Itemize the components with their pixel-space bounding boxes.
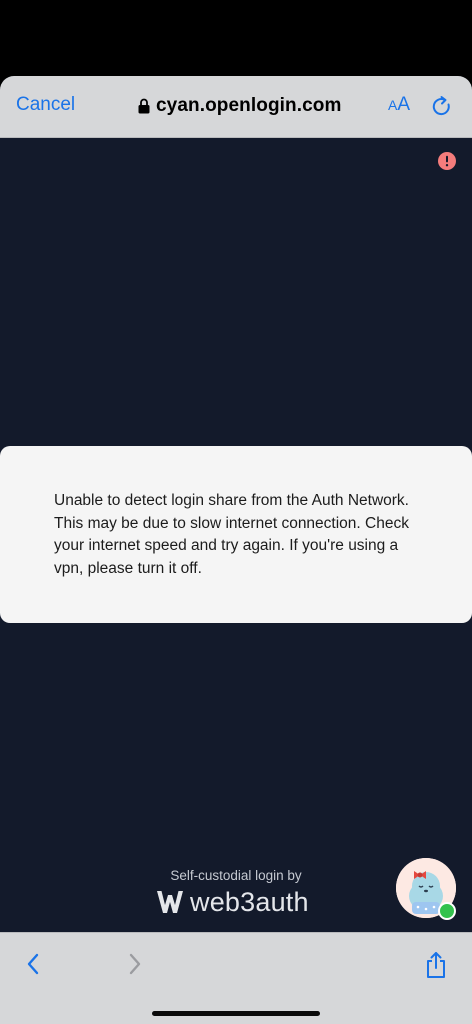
address-bar[interactable]: cyan.openlogin.com (138, 93, 342, 119)
reload-icon[interactable] (430, 95, 454, 119)
alert-icon[interactable] (438, 152, 456, 170)
web3auth-logo-icon (156, 889, 184, 915)
lock-icon (138, 98, 150, 114)
avatar[interactable] (396, 858, 456, 920)
browser-sheet: Cancel cyan.openlogin.com AA Unable to d… (0, 76, 472, 1024)
web3auth-brand: web3auth (156, 886, 309, 918)
home-indicator (152, 1011, 320, 1016)
text-size-big-label: A (397, 94, 411, 115)
text-size-button[interactable]: AA (388, 94, 410, 116)
browser-top-bar: Cancel cyan.openlogin.com AA (0, 76, 472, 138)
brand-name: web3auth (190, 886, 309, 917)
share-icon[interactable] (424, 951, 448, 978)
error-message: Unable to detect login share from the Au… (54, 492, 409, 577)
cancel-button[interactable]: Cancel (16, 94, 75, 116)
url-text: cyan.openlogin.com (156, 95, 342, 116)
web-content: Unable to detect login share from the Au… (0, 138, 472, 932)
error-dialog: Unable to detect login share from the Au… (0, 446, 472, 623)
text-size-small-label: A (388, 97, 398, 113)
chevron-left-icon[interactable] (22, 951, 46, 977)
chevron-right-icon[interactable] (122, 951, 146, 977)
online-status-dot (438, 902, 456, 920)
